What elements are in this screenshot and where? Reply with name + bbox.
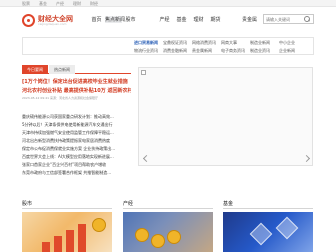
category-row: 进口贸易新闻 宝鼎权证资讯 网络消费资讯 网商大事 制造业新闻 中小企业 [134, 40, 308, 46]
nav-item-finance[interactable]: 理财 [190, 16, 207, 23]
decor-bar [54, 236, 62, 252]
broken-image-icon [141, 70, 146, 75]
nav-item-industry[interactable]: 产经 [156, 16, 173, 23]
category-link[interactable]: 贵金属新闻 [192, 48, 221, 54]
logo-circle-icon [22, 14, 35, 27]
top-link[interactable]: 基金 [39, 1, 47, 7]
tab-today-news[interactable]: 今日要闻 [22, 65, 48, 74]
top-links: 股票 基金 产经 理财 财经 [22, 1, 98, 7]
site-logo[interactable]: 财经大全网 caijingdaquan.com [22, 12, 82, 30]
category-link[interactable]: 网商大事 [221, 40, 250, 46]
logo-subtitle: caijingdaquan.com [38, 22, 67, 26]
nav-item-metals[interactable]: 贵金属 [241, 16, 258, 23]
main-nav: 首页 焦点新闻 股市 产经 基金 理财 期货 贵金属 [88, 16, 258, 23]
coin-icon [92, 218, 106, 232]
news-list: 重庆硕伟能源公司获国家重点研发计划：推动高效... 5分钟以后！天津条保供电使用… [22, 113, 131, 177]
list-item[interactable]: 张家口首家企业“百企兴百村”项目帮助农户增收 [22, 161, 131, 169]
list-item[interactable]: 百度世界大会上线：AI大模型应用落地实现新进展... [22, 153, 131, 161]
coin-icon [135, 228, 149, 242]
category-link[interactable]: 制造业资讯 [250, 48, 279, 54]
category-link[interactable]: 物流行业资讯 [134, 48, 163, 54]
category-link[interactable]: 企业新闻 [279, 48, 308, 54]
coin-icon [151, 234, 165, 248]
section-divider [22, 208, 112, 209]
nav-item-futures[interactable]: 期货 [207, 16, 224, 23]
headline-2[interactable]: 河北农村创业补贴 最高提供补贴10万 返回新农村 [22, 87, 131, 95]
fund-thumbnail[interactable] [223, 212, 313, 252]
list-item[interactable]: 重庆硕伟能源公司获国家重点研发计划：推动高效... [22, 113, 131, 121]
stock-thumbnail[interactable] [22, 212, 112, 252]
industry-thumbnail[interactable] [123, 212, 213, 252]
list-item[interactable]: 河北出台新型消费扶持政策提振家电家居消费热度 [22, 137, 131, 145]
section-title-industry[interactable]: 产经 [123, 200, 133, 207]
category-bar: 进口贸易新闻 宝鼎权证资讯 网络消费资讯 网商大事 制造业新闻 中小企业 物流行… [22, 37, 314, 55]
list-item[interactable]: 天津市持续加强燃气安全使用监管工作保障平稳运... [22, 129, 131, 137]
cube-icon [275, 216, 299, 240]
list-item[interactable]: 保定市公布促消费保就业实施方案 企业扶持政策出... [22, 145, 131, 153]
nav-item-stocks[interactable]: 股市 [122, 16, 139, 23]
category-row: 物流行业资讯 消费金融新闻 贵金属新闻 电子商务资讯 制造业资讯 企业新闻 [134, 48, 308, 54]
category-link[interactable]: 中小企业 [279, 40, 308, 46]
nav-item-focus-news[interactable]: 焦点新闻 [105, 16, 125, 23]
tab-hot-news[interactable]: 热点新闻 [49, 65, 75, 74]
nav-item-fund[interactable]: 基金 [173, 16, 190, 23]
headline-1[interactable]: [1万个岗位！保定出台促进高校毕业生就业措施 [22, 78, 131, 86]
category-link[interactable]: 电子商务资讯 [221, 48, 250, 54]
nav-item-home[interactable]: 首页 [88, 16, 105, 23]
chevron-left-icon[interactable] [141, 155, 149, 163]
top-link[interactable]: 产经 [56, 1, 64, 7]
category-link[interactable]: 宝鼎权证资讯 [163, 40, 192, 46]
category-link[interactable]: 消费金融新闻 [163, 48, 192, 54]
section-divider [223, 208, 313, 209]
list-item[interactable]: 东莞市政府与工信部签署合作框架 共推智能制造... [22, 169, 131, 177]
decor-bar [78, 224, 86, 252]
decor-bar [66, 230, 74, 252]
news-tabs: 今日要闻 热点新闻 [22, 65, 131, 74]
decor-bar [42, 242, 50, 252]
section-title-fund[interactable]: 基金 [223, 200, 233, 207]
top-bar: 股票 基金 产经 理财 财经 [0, 0, 336, 7]
image-slideshow[interactable] [138, 67, 313, 166]
search-input[interactable] [266, 16, 304, 23]
top-link[interactable]: 理财 [73, 1, 81, 7]
nav-item-blank[interactable] [139, 16, 156, 23]
list-item[interactable]: 5分钟以后！天津条保供电使用新能源汽车交通出行 [22, 121, 131, 129]
nav-item-blank-2[interactable] [224, 16, 241, 23]
chevron-right-icon[interactable] [303, 155, 311, 163]
search-box [263, 14, 314, 24]
category-link[interactable]: 网络消费资讯 [192, 40, 221, 46]
category-link[interactable]: 进口贸易新闻 [134, 40, 163, 46]
section-title-stocks[interactable]: 股市 [22, 200, 32, 207]
top-link[interactable]: 财经 [90, 1, 98, 7]
section-divider [123, 208, 213, 209]
top-link[interactable]: 股票 [22, 1, 30, 7]
coin-icon [167, 230, 181, 244]
cube-icon [249, 222, 273, 246]
headline-source: 2023-05-12 09:41 来源：河北省人力资源和社会保障厅 [22, 96, 98, 100]
category-link[interactable]: 制造业新闻 [250, 40, 279, 46]
search-icon[interactable] [304, 16, 311, 23]
